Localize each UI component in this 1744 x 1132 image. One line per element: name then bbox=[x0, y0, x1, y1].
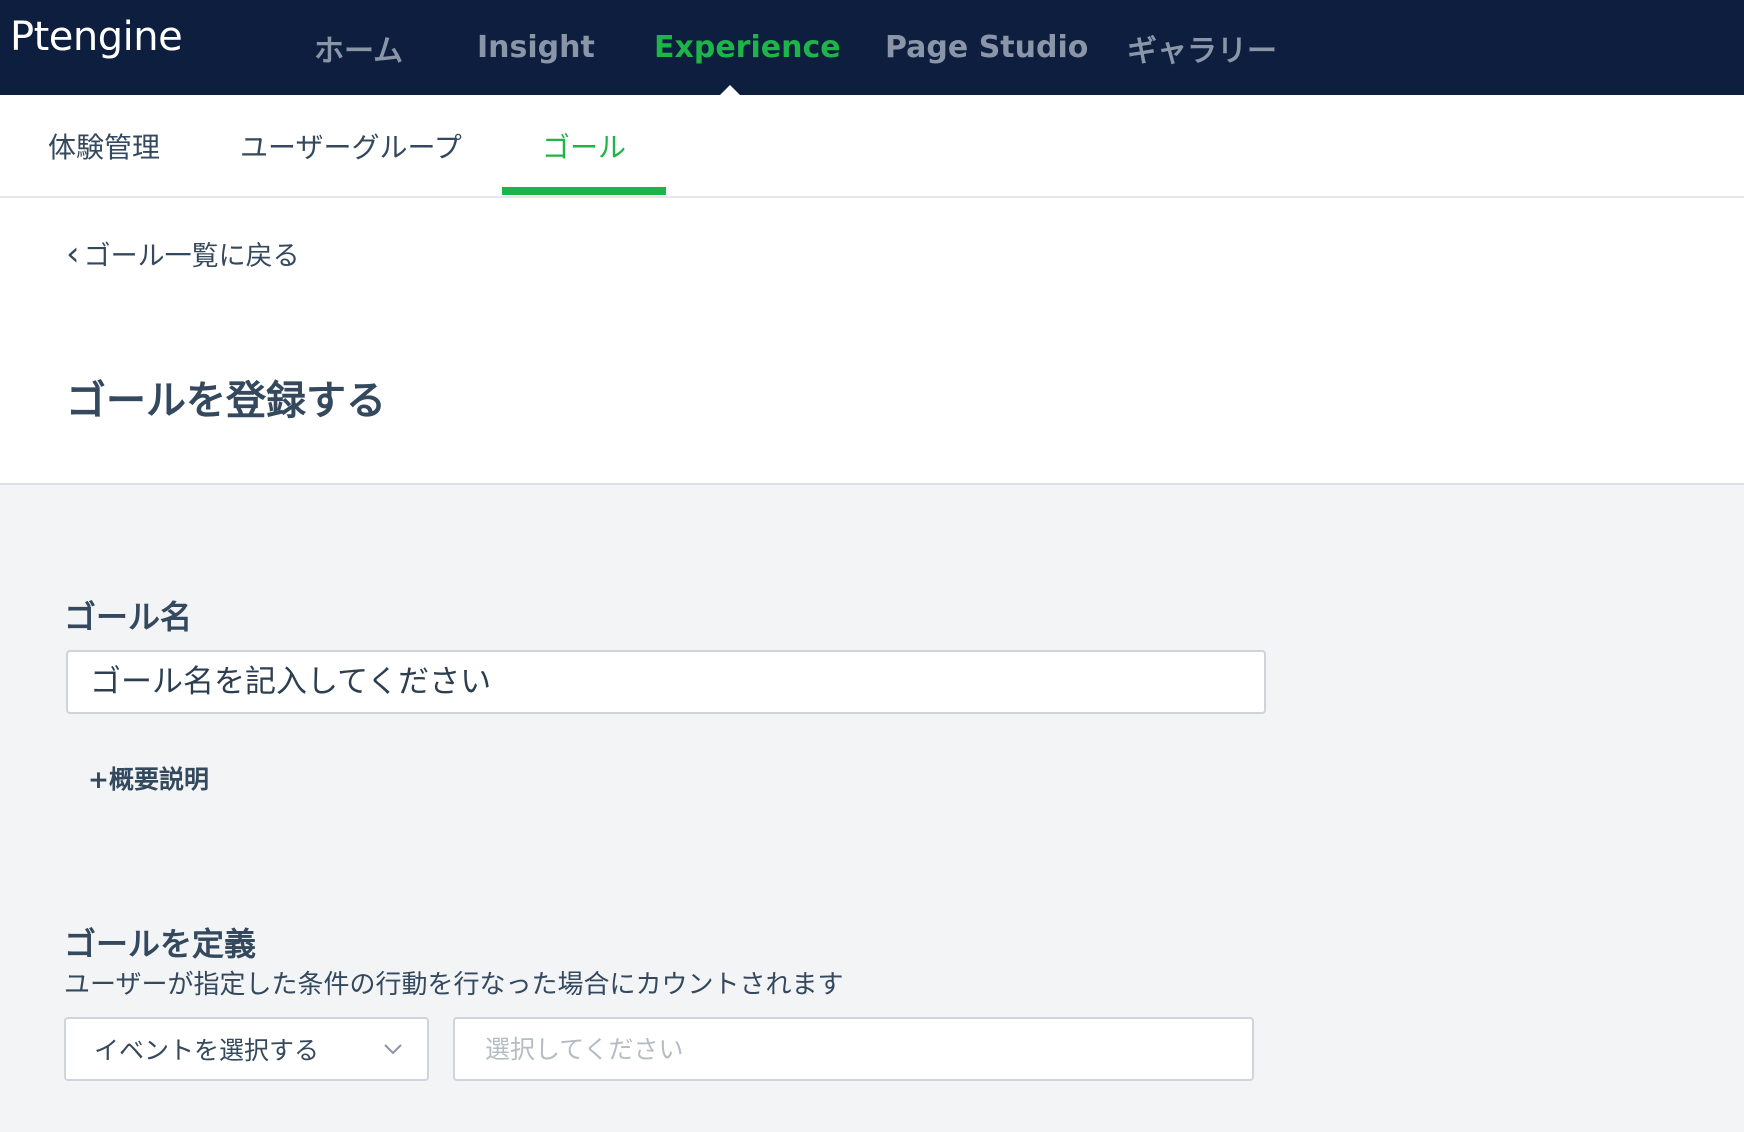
active-nav-caret-icon bbox=[720, 85, 740, 95]
top-navigation-bar: Ptengine ホーム Insight Experience Page Stu… bbox=[0, 0, 1744, 95]
nav-item-experience[interactable]: Experience bbox=[654, 0, 841, 95]
chevron-down-icon bbox=[384, 1044, 402, 1055]
tab-goals[interactable]: ゴール bbox=[542, 95, 626, 196]
event-select-value: イベントを選択する bbox=[94, 1036, 320, 1065]
nav-item-home[interactable]: ホーム bbox=[314, 0, 403, 95]
nav-item-gallery[interactable]: ギャラリー bbox=[1127, 0, 1277, 95]
back-link-label: ゴール一覧に戻る bbox=[83, 241, 300, 272]
page-header: ‹ ゴール一覧に戻る ゴールを登録する bbox=[0, 198, 1744, 485]
sub-navigation-bar: 体験管理 ユーザーグループ ゴール bbox=[0, 95, 1744, 198]
back-to-goal-list-link[interactable]: ‹ ゴール一覧に戻る bbox=[66, 234, 300, 273]
active-tab-indicator bbox=[502, 187, 666, 195]
nav-item-page-studio[interactable]: Page Studio bbox=[885, 0, 1088, 95]
goal-name-label: ゴール名 bbox=[64, 598, 193, 636]
condition-value-input[interactable] bbox=[453, 1017, 1254, 1081]
ptengine-logo[interactable]: Ptengine bbox=[10, 14, 183, 60]
chevron-left-icon: ‹ bbox=[66, 233, 80, 274]
event-select-dropdown[interactable]: イベントを選択する bbox=[64, 1017, 429, 1081]
goal-definition-label: ゴールを定義 bbox=[64, 925, 257, 963]
goal-name-input[interactable] bbox=[66, 650, 1266, 714]
page-title: ゴールを登録する bbox=[66, 378, 386, 424]
add-description-link[interactable]: +概要説明 bbox=[88, 760, 209, 796]
tab-user-groups[interactable]: ユーザーグループ bbox=[240, 95, 462, 196]
nav-item-insight[interactable]: Insight bbox=[477, 0, 595, 95]
goal-definition-help-text: ユーザーが指定した条件の行動を行なった場合にカウントされます bbox=[64, 970, 844, 1000]
tab-experience-management[interactable]: 体験管理 bbox=[48, 95, 160, 196]
